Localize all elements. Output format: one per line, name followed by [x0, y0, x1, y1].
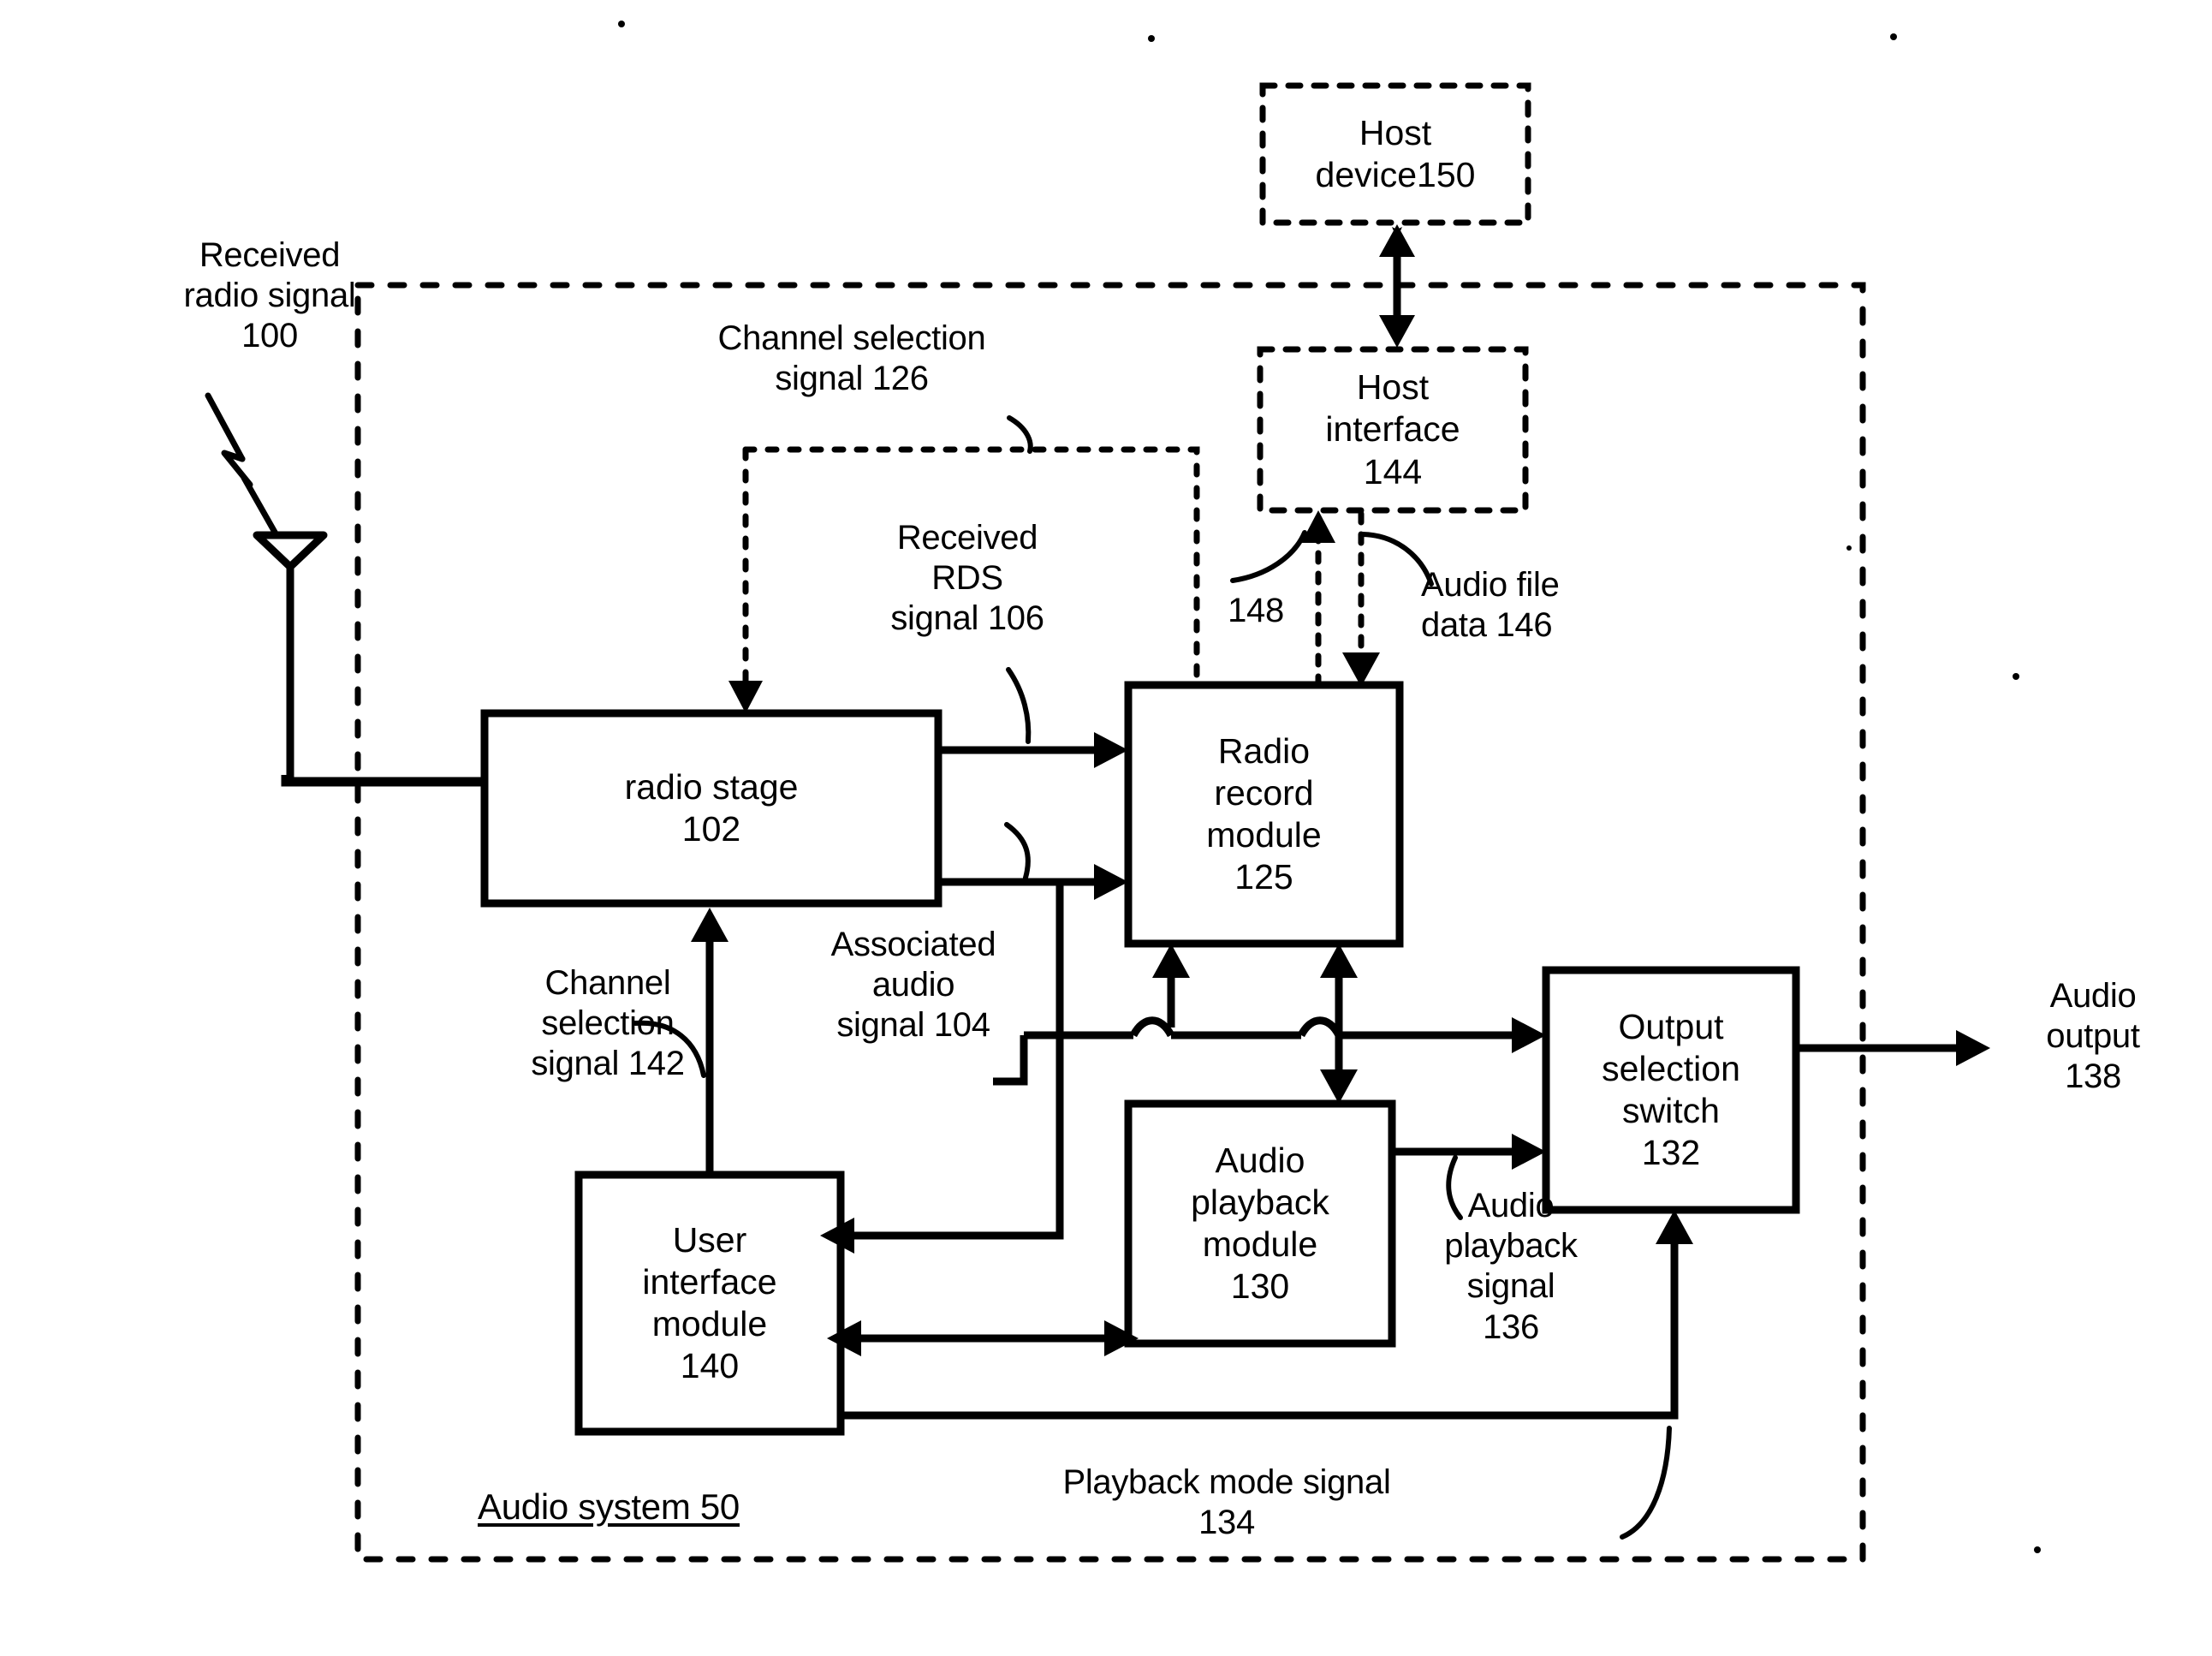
scan-speckle: [1148, 35, 1155, 42]
assoc-audio-104-arrowhead: [1094, 864, 1128, 900]
rds-signal-106-arrowhead: [1094, 732, 1128, 768]
host-interface-label: Host interface 144: [1325, 367, 1460, 491]
leader-106: [1006, 667, 1032, 744]
user-interface-module-label: User interface module 140: [642, 1219, 777, 1386]
radio-audio-bus-arrowhead: [1512, 1017, 1546, 1053]
received-radio-signal-label: Received radio signal 100: [183, 236, 356, 355]
channel-selection-signal-142-label: Channel selection signal 142: [531, 964, 685, 1083]
audio-playback-signal-label: Audio playback signal 136: [1444, 1187, 1578, 1346]
radio-record-module-label: Radio record module 125: [1206, 730, 1322, 897]
playback-mode-134-arrowhead: [1656, 1210, 1693, 1244]
received-rds-signal-label: Received RDS signal 106: [890, 519, 1044, 638]
output-selection-switch-label: Output selection switch 132: [1602, 1006, 1740, 1173]
radio-stage-label: radio stage 102: [624, 766, 799, 849]
scan-speckle: [1846, 545, 1852, 551]
antenna-icon: [253, 531, 328, 785]
bus-hop-1: [1130, 1016, 1174, 1038]
channel-selection-142-arrowhead: [691, 908, 728, 942]
record-playback-arrowhead-down: [1320, 1069, 1358, 1104]
bus-hop-2: [1298, 1016, 1342, 1038]
audio-system-boundary-label: Audio system 50: [478, 1486, 740, 1527]
associated-audio-signal-label: Associated audio signal 104: [830, 926, 996, 1045]
playback-mode-signal-label: Playback mode signal 134: [1062, 1463, 1391, 1542]
leader-148: [1230, 530, 1307, 583]
channel-selection-126-arrowhead: [728, 681, 763, 713]
playback-signal-136-arrowhead: [1512, 1134, 1546, 1170]
leader-104: [1004, 822, 1031, 880]
scan-speckle: [2034, 1546, 2041, 1553]
lightning-bolt-icon: [205, 392, 280, 539]
audio-output-138-label: Audio output 138: [2046, 977, 2140, 1096]
record-playback-arrowhead-up: [1320, 944, 1358, 978]
audio-file-data-label: Audio file data 146: [1421, 566, 1560, 645]
audio-playback-module-label: Audio playback module 130: [1191, 1140, 1329, 1307]
host-device-label: Host device150: [1315, 112, 1476, 194]
ref-148-label: 148: [1228, 592, 1284, 629]
scan-speckle: [2013, 673, 2019, 680]
signal-148-arrowhead: [1301, 510, 1335, 543]
record-in-left-arrowhead: [1152, 944, 1190, 978]
scan-speckle: [1890, 33, 1897, 40]
channel-selection-signal-126-label: Channel selection signal 126: [717, 319, 986, 398]
audio-output-138-arrowhead: [1956, 1030, 1990, 1066]
leader-126: [1007, 415, 1033, 454]
scan-speckle: [618, 21, 625, 27]
figure-canvas: Host device150 Host interface 144 radio …: [0, 0, 2212, 1656]
leader-134: [1620, 1426, 1672, 1540]
